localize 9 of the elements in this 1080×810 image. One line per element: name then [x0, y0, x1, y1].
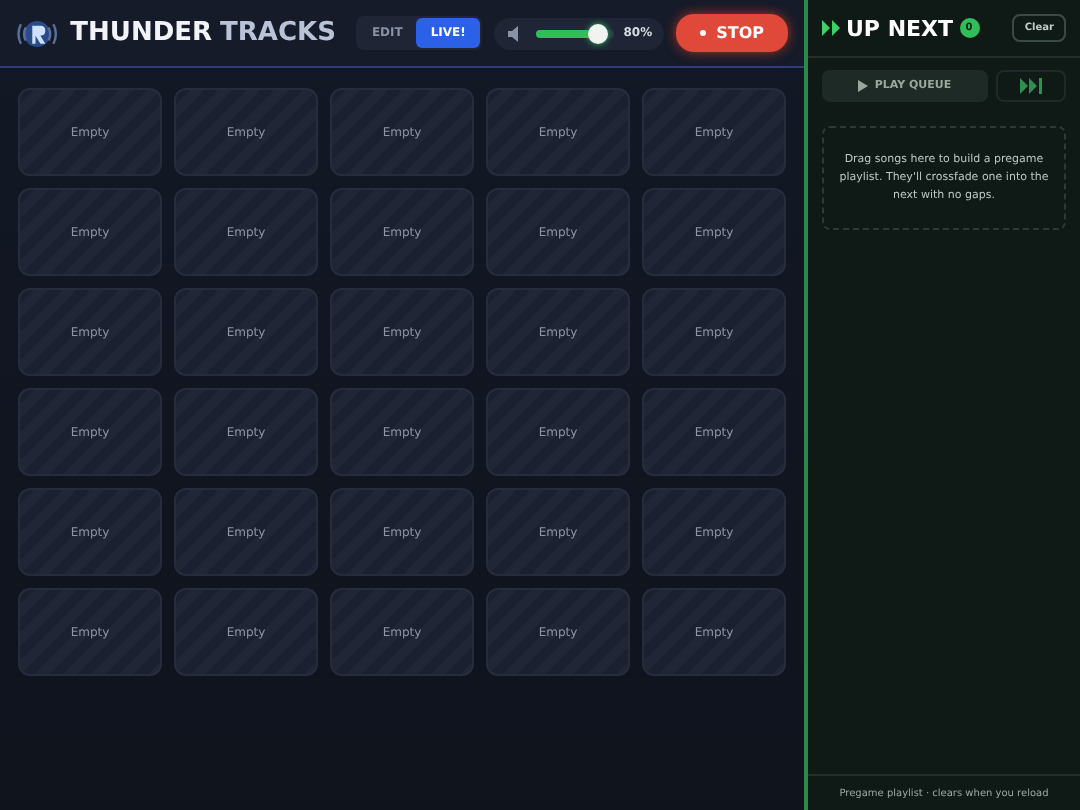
- double-chevron-icon: [822, 20, 840, 36]
- skip-icon: [1019, 78, 1043, 94]
- skip-button[interactable]: [996, 70, 1066, 102]
- volume-slider[interactable]: [535, 29, 614, 37]
- app-title-subtitle: TRACKS: [220, 18, 336, 48]
- queue-title: UP NEXT: [846, 15, 954, 41]
- app-title: THUNDER: [70, 18, 213, 48]
- play-icon: [858, 80, 869, 92]
- stop-button[interactable]: STOP: [676, 14, 788, 52]
